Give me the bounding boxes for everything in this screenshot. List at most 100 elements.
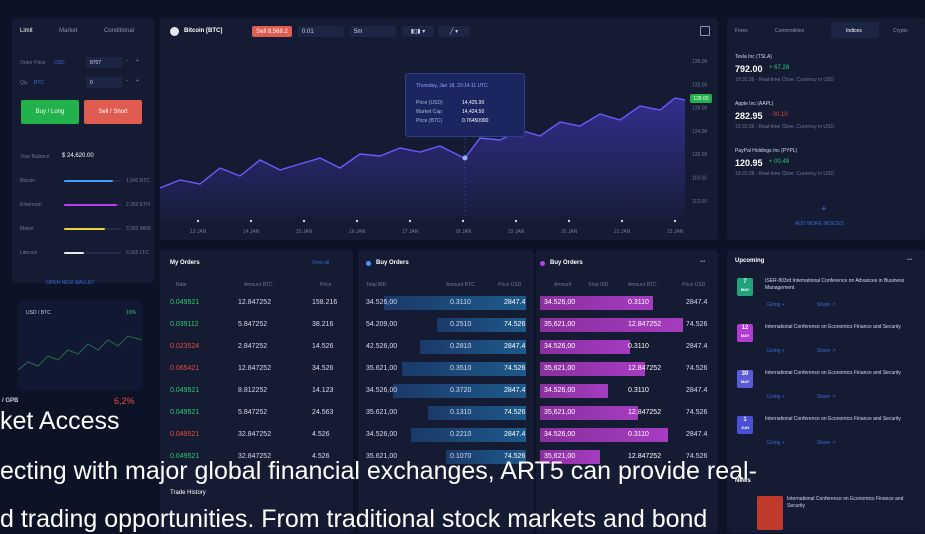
tab-limit[interactable]: Limit xyxy=(20,28,33,34)
qty-unit: BTC xyxy=(34,80,44,86)
event-date-badge: 1 JUN xyxy=(737,416,753,434)
price-tooltip: Thursday, Jan 18, 20:14:11 UTC Price (US… xyxy=(405,73,525,137)
buy-orders-2-row[interactable]: 35,621,00 12.847252 74.526 xyxy=(536,315,718,335)
buy-orders-row[interactable]: 42.526,00 0.2810 2847.4 xyxy=(358,337,534,357)
wallet-name: Ethereum xyxy=(20,202,42,208)
tab-indices[interactable]: Indices xyxy=(831,22,879,38)
x-tick-label: 19 JAN xyxy=(508,229,525,235)
my-orders-row[interactable]: 0.039112 5.847252 38.216 xyxy=(160,315,353,335)
tab-conditional[interactable]: Conditional xyxy=(104,28,134,34)
news-item-title[interactable]: International Conference on Economics Fi… xyxy=(787,496,917,510)
buy-orders-row[interactable]: 34.526,00 0.3110 2847.4 xyxy=(358,293,534,313)
wallet-amount: 0,365 LTC xyxy=(126,250,149,256)
order-price-minus-button[interactable]: − xyxy=(126,58,129,64)
event-going-button[interactable]: Going + xyxy=(767,440,785,446)
order-price: 14.123 xyxy=(312,387,334,394)
buy-orders-2-dot-icon xyxy=(540,261,545,266)
my-orders-row[interactable]: 0.049521 12.847252 158.216 xyxy=(160,293,353,313)
qty-minus-button[interactable]: − xyxy=(126,78,129,84)
bid-amount: 0.2210 xyxy=(450,431,472,438)
bid-amount: 12.847252 xyxy=(628,321,662,328)
buy-orders-row[interactable]: 34.526,00 0.3720 2847.4 xyxy=(358,381,534,401)
index-change: + 00.49 xyxy=(769,159,790,165)
view-all-link[interactable]: View all xyxy=(312,260,329,266)
tab-crypto[interactable]: Crypto xyxy=(893,28,908,34)
my-orders-row[interactable]: 0.049521 5.847252 24.563 xyxy=(160,403,353,423)
buy-orders-2-row[interactable]: 35,621,00 12.847252 74.526 xyxy=(536,359,718,379)
buy-orders-2-row[interactable]: 34.526,00 0.3110 2847.4 xyxy=(536,381,718,401)
mini-pair-card: USD / BTC 10% xyxy=(18,300,142,390)
index-name[interactable]: Apple Inc (AAPL) xyxy=(735,101,773,107)
index-name[interactable]: Tesla Inc (TSLA) xyxy=(735,54,772,60)
order-price-input[interactable]: 8707 xyxy=(86,57,122,68)
news-thumbnail[interactable] xyxy=(757,496,783,530)
my-orders-row[interactable]: 0.049521 32.847252 4.526 xyxy=(160,425,353,445)
y-tick-label: 128.00 xyxy=(692,106,708,112)
mini-pair-label: USD / BTC xyxy=(26,310,51,316)
bid-amount: 0.1310 xyxy=(450,409,472,416)
tab-market[interactable]: Market xyxy=(59,28,77,34)
x-tick-dot xyxy=(355,219,359,223)
tab-forex[interactable]: Forex xyxy=(735,28,748,34)
bid-price: 2847.4 xyxy=(504,387,526,394)
order-price: 38.216 xyxy=(312,321,334,328)
buy-long-button[interactable]: Buy / Long xyxy=(21,100,79,124)
event-going-button[interactable]: Going + xyxy=(767,348,785,354)
tooltip-value-0: 14,425.90 xyxy=(462,100,485,106)
buy-orders-row[interactable]: 54.209,00 0.2510 74.526 xyxy=(358,315,534,335)
order-price-unit: USD xyxy=(54,60,65,66)
order-rate: 0.023524 xyxy=(170,343,200,350)
event-title[interactable]: ISER-803rd International Conference on A… xyxy=(765,278,915,292)
bid-price: 74.526 xyxy=(504,365,526,372)
buy-orders-2-more-icon[interactable]: ••• xyxy=(700,259,705,265)
my-orders-row[interactable]: 0.023524 2.847252 14.526 xyxy=(160,337,353,357)
my-orders-row[interactable]: 0.049521 8.812252 14.123 xyxy=(160,381,353,401)
buy-orders-row[interactable]: 35.621,00 0.1310 74.526 xyxy=(358,403,534,423)
wallet-amount: 3,352 MKR xyxy=(126,226,152,232)
x-tick-label: 18 JAN xyxy=(455,229,472,235)
buy-orders-row[interactable]: 35.621,00 0.3510 74.526 xyxy=(358,359,534,379)
event-share-button[interactable]: Share ↗ xyxy=(817,302,836,308)
x-tick-label: 15 JAN xyxy=(296,229,313,235)
event-share-button[interactable]: Share ↗ xyxy=(817,394,836,400)
wallet-name: Maker xyxy=(20,226,34,232)
index-name[interactable]: PayPal Holdings Inc (PYPL) xyxy=(735,148,797,154)
qty-input[interactable]: 0 xyxy=(86,77,122,88)
add-indices-icon[interactable]: + xyxy=(821,204,827,215)
event-share-button[interactable]: Share ↗ xyxy=(817,348,836,354)
bid-price: 74.526 xyxy=(686,365,708,372)
event-title[interactable]: International Conference on Economics Fi… xyxy=(765,324,915,331)
bid-price: 74.526 xyxy=(504,321,526,328)
sell-short-button[interactable]: Sell / Short xyxy=(84,100,142,124)
add-more-indices-link[interactable]: ADD MORE INDICES xyxy=(795,221,844,227)
order-amount: 12.847252 xyxy=(238,365,272,372)
indices-panel: Forex Commodities Indices Crypto Tesla I… xyxy=(727,18,925,240)
y-tick-label: 120.00 xyxy=(692,152,708,158)
open-new-wallet-link[interactable]: OPEN NEW WALLET xyxy=(46,280,94,286)
bid-amount: 12.847252 xyxy=(628,409,662,416)
order-price: 14.526 xyxy=(312,343,334,350)
event-going-button[interactable]: Going + xyxy=(767,302,785,308)
tab-indices-label: Indices xyxy=(846,28,862,34)
event-going-button[interactable]: Going + xyxy=(767,394,785,400)
my-orders-row[interactable]: 0.065421 12.847252 34.526 xyxy=(160,359,353,379)
buy-orders-2-row[interactable]: 34.526,00 0.3110 2847.4 xyxy=(536,425,718,445)
event-day: 30 xyxy=(741,371,749,377)
bid-amount: 0.2510 xyxy=(450,321,472,328)
wallet-amount: 1,542 BTC xyxy=(126,178,150,184)
x-tick-label: 21 JAN xyxy=(614,229,631,235)
upcoming-more-icon[interactable]: ••• xyxy=(907,257,912,263)
buy-orders-row[interactable]: 34.526,00 0.2210 2847.4 xyxy=(358,425,534,445)
buy-orders-2-row[interactable]: 35,621,00 12.847252 74.526 xyxy=(536,403,718,423)
x-tick-dot xyxy=(196,219,200,223)
event-title[interactable]: International Conference on Economics Fi… xyxy=(765,416,915,423)
event-title[interactable]: International Conference on Economics Fi… xyxy=(765,370,915,377)
bid-total: 34.526,00 xyxy=(366,387,398,394)
qty-plus-button[interactable]: + xyxy=(136,78,139,84)
buy-orders-2-row[interactable]: 34.526,00 0.3110 2847.4 xyxy=(536,337,718,357)
event-share-button[interactable]: Share ↗ xyxy=(817,440,836,446)
tab-commodities[interactable]: Commodities xyxy=(775,28,804,34)
bid-total: 35.621,00 xyxy=(366,365,398,372)
buy-orders-2-row[interactable]: 34.526,00 0.3110 2847.4 xyxy=(536,293,718,313)
order-price-plus-button[interactable]: + xyxy=(136,58,139,64)
